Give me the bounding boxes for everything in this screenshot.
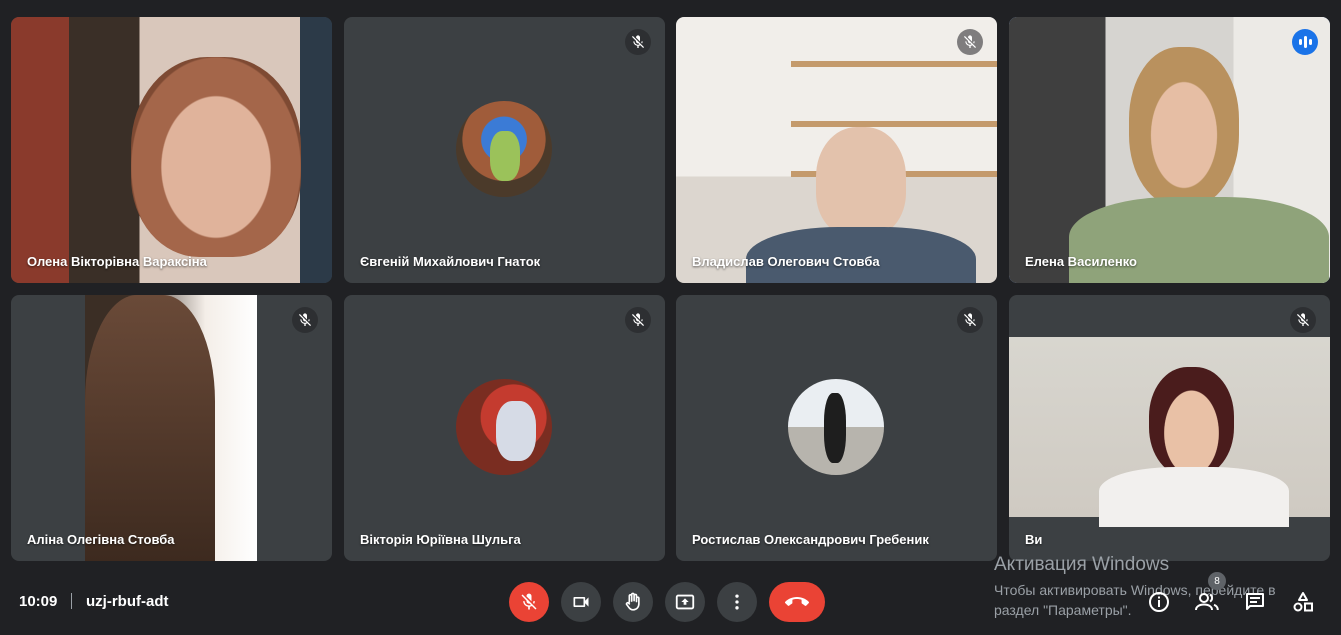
participant-name: Елена Василенко [1025, 254, 1137, 269]
participant-video [11, 17, 332, 283]
people-button[interactable] [1192, 587, 1222, 617]
meeting-code: uzj-rbuf-adt [86, 593, 169, 610]
participant-video [1009, 17, 1330, 283]
participant-tile[interactable]: Елена Василенко [1009, 17, 1330, 283]
mic-off-icon [957, 307, 983, 333]
raise-hand-icon [625, 592, 640, 611]
participant-name: Олена Вікторівна Вараксіна [27, 254, 207, 269]
mic-toggle-button[interactable] [509, 582, 549, 622]
participant-tile[interactable]: Владислав Олегович Стовба [676, 17, 997, 283]
mic-off-icon [625, 29, 651, 55]
camera-toggle-button[interactable] [561, 582, 601, 622]
participant-name: Владислав Олегович Стовба [692, 254, 880, 269]
mic-off-icon [625, 307, 651, 333]
activities-icon [1293, 592, 1313, 612]
participant-video [676, 17, 997, 283]
mic-off-icon [1290, 307, 1316, 333]
meeting-time: 10:09 [19, 593, 58, 610]
bottom-toolbar: 10:09 uzj-rbuf-adt 8 [0, 567, 1341, 635]
avatar [456, 101, 552, 197]
avatar [456, 379, 552, 475]
camera-icon [573, 597, 589, 607]
avatar [788, 379, 884, 475]
participant-name: Євгеній Михайлович Гнаток [360, 254, 541, 269]
present-screen-icon [675, 594, 695, 610]
activities-button[interactable] [1288, 587, 1318, 617]
present-screen-button[interactable] [665, 582, 705, 622]
divider [71, 593, 72, 609]
participant-video [85, 295, 257, 561]
speaking-indicator-icon [1292, 29, 1318, 55]
participant-name: Ростислав Олександрович Гребеник [692, 532, 929, 547]
people-icon [1195, 593, 1219, 611]
participants-count-badge: 8 [1208, 572, 1226, 590]
participant-tile[interactable]: Ви [1009, 295, 1330, 561]
participant-name: Ви [1025, 532, 1043, 547]
more-options-button[interactable] [717, 582, 757, 622]
participant-tile[interactable]: Євгеній Михайлович Гнаток [344, 17, 665, 283]
participant-tile[interactable]: Ростислав Олександрович Гребеник [676, 295, 997, 561]
participant-tile[interactable]: Вікторія Юріївна Шульга [344, 295, 665, 561]
participant-video [1009, 337, 1330, 527]
chat-button[interactable] [1240, 587, 1270, 617]
participant-name: Аліна Олегівна Стовба [27, 532, 175, 547]
info-icon [1149, 592, 1169, 612]
mic-off-icon [292, 307, 318, 333]
participant-tile[interactable]: Олена Вікторівна Вараксіна [11, 17, 332, 283]
mic-off-icon [957, 29, 983, 55]
meeting-info-button[interactable] [1144, 587, 1174, 617]
mic-off-icon [519, 592, 539, 612]
participant-tile[interactable]: Аліна Олегівна Стовба [11, 295, 332, 561]
end-call-button[interactable] [769, 582, 825, 622]
chat-icon [1246, 593, 1264, 610]
more-options-icon [735, 594, 739, 610]
raise-hand-button[interactable] [613, 582, 653, 622]
end-call-icon [785, 597, 809, 606]
participant-name: Вікторія Юріївна Шульга [360, 532, 521, 547]
